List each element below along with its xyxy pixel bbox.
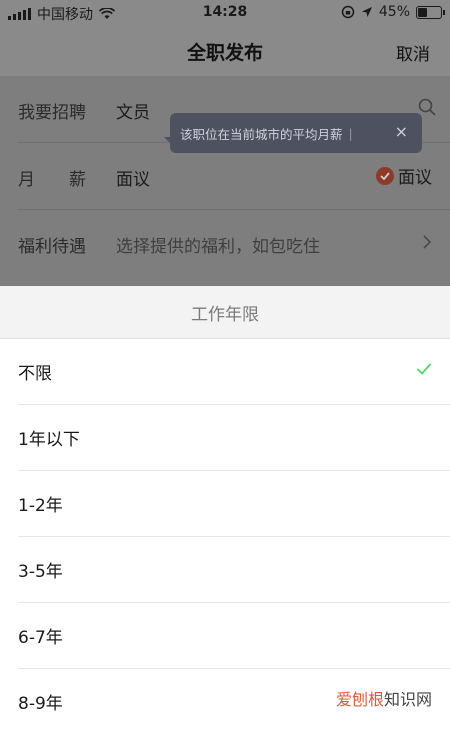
search-icon[interactable] (418, 98, 436, 116)
option-label: 8-9年 (18, 694, 63, 714)
battery-percent: 45% (378, 4, 410, 20)
option-item[interactable]: 1年以下 (18, 405, 450, 471)
battery-fill (418, 7, 427, 17)
salary-label: 月 薪 (18, 170, 86, 190)
negotiable-checkbox[interactable]: 面议 (376, 163, 432, 188)
rotation-lock-icon (341, 5, 355, 19)
option-label: 1年以下 (18, 430, 80, 450)
tooltip-close-button[interactable]: × (395, 122, 408, 141)
status-right: 45% (341, 4, 445, 20)
checked-circle-icon (376, 166, 394, 185)
option-item[interactable]: 3-5年 (18, 537, 450, 603)
page-title: 全职发布 (186, 42, 263, 64)
salary-tooltip: 该职位在当前城市的平均月薪 | × (164, 113, 422, 153)
option-label: 1-2年 (18, 496, 63, 516)
option-label: 6-7年 (18, 628, 63, 648)
watermark-suffix: 知识网 (383, 690, 432, 709)
chevron-right-icon (423, 235, 432, 249)
job-form: 我要招聘 文员 月 薪 面议 面议 福利待遇 选择提供的福利，如包吃住 (0, 76, 450, 286)
check-icon (416, 363, 432, 375)
position-value: 文员 (116, 103, 150, 123)
option-item[interactable]: 不限 (18, 339, 450, 405)
experience-picker-sheet: 工作年限 不限 1年以下 1-2年 3-5年 6-7年 8-9年 爱刨根知识网 (0, 286, 450, 720)
option-label: 3-5年 (18, 562, 63, 582)
cancel-button[interactable]: 取消 (396, 40, 430, 65)
benefits-label: 福利待遇 (18, 237, 86, 257)
option-label: 不限 (18, 364, 52, 384)
tooltip-separator: | (348, 125, 353, 141)
status-bar: 中国移动 14:28 45% (0, 0, 450, 26)
option-list: 不限 1年以下 1-2年 3-5年 6-7年 8-9年 (0, 339, 450, 734)
negotiable-label: 面议 (398, 168, 432, 188)
watermark: 爱刨根知识网 (336, 686, 432, 710)
sheet-title: 工作年限 (0, 286, 450, 339)
form-row-benefits[interactable]: 福利待遇 选择提供的福利，如包吃住 (0, 210, 450, 276)
tooltip-text: 该职位在当前城市的平均月薪 (180, 126, 343, 142)
benefits-placeholder: 选择提供的福利，如包吃住 (116, 237, 320, 257)
salary-value: 面议 (116, 170, 150, 190)
option-item[interactable]: 1-2年 (18, 471, 450, 537)
watermark-brand: 爱刨根 (335, 690, 384, 709)
battery-icon (416, 5, 445, 19)
position-label: 我要招聘 (18, 103, 86, 123)
nav-bar: 全职发布 取消 (0, 26, 450, 76)
location-icon (361, 7, 372, 17)
option-item[interactable]: 6-7年 (18, 603, 450, 669)
